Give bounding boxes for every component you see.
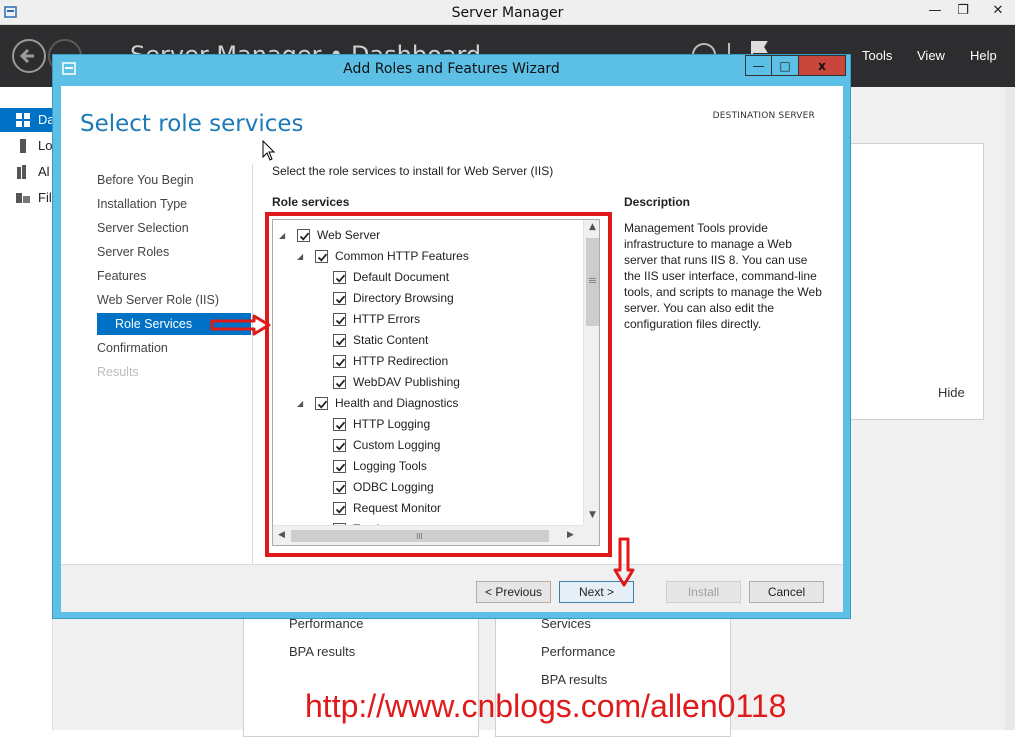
step-before-you-begin[interactable]: Before You Begin: [97, 169, 194, 191]
minimize-button[interactable]: —: [920, 2, 950, 22]
step-server-selection[interactable]: Server Selection: [97, 217, 189, 239]
step-server-roles[interactable]: Server Roles: [97, 241, 169, 263]
dashboard-welcome-tile: [849, 143, 984, 420]
server-icon: [20, 139, 26, 153]
previous-button[interactable]: < Previous: [476, 581, 551, 603]
servers-icon: [17, 165, 26, 179]
back-button[interactable]: [12, 39, 46, 73]
down-arrow-annotation-icon: [613, 537, 635, 587]
description-text: Management Tools provide infrastructure …: [624, 221, 822, 331]
step-web-server-role[interactable]: Web Server Role (IIS): [97, 289, 219, 311]
server-manager-titlebar: Server Manager — ❐ ✕: [0, 0, 1015, 25]
dashboard-scrollbar[interactable]: [1005, 87, 1015, 730]
wizard-minimize-button[interactable]: —: [745, 55, 772, 76]
sidebar-item-label: Lo: [38, 138, 53, 153]
step-installation-type[interactable]: Installation Type: [97, 193, 187, 215]
tile-row-performance[interactable]: Performance: [541, 644, 615, 659]
close-button[interactable]: ✕: [983, 2, 1013, 22]
cancel-button[interactable]: Cancel: [749, 581, 824, 603]
divider: [252, 164, 253, 584]
install-button: Install: [666, 581, 741, 603]
storage-icon: [16, 193, 30, 203]
menu-help[interactable]: Help: [970, 48, 997, 63]
right-arrow-annotation-icon: [210, 314, 271, 336]
server-manager-sidebar: Da Lo Al Fil: [0, 87, 55, 730]
back-arrow-icon: [19, 48, 34, 64]
mouse-cursor-icon: [262, 140, 276, 161]
hide-link[interactable]: Hide: [938, 385, 965, 400]
step-features[interactable]: Features: [97, 265, 146, 287]
step-results: Results: [97, 365, 139, 379]
sidebar-item-label: Al: [38, 164, 50, 179]
restore-button[interactable]: ❐: [948, 2, 978, 22]
role-services-header: Role services: [272, 195, 350, 209]
sidebar-item-local-server[interactable]: Lo: [0, 134, 53, 158]
watermark-url: http://www.cnblogs.com/allen0118: [305, 688, 787, 724]
wizard-close-button[interactable]: x: [799, 55, 846, 76]
highlight-box: [265, 212, 612, 557]
wizard-title: Add Roles and Features Wizard: [343, 61, 560, 77]
sidebar-item-file-storage[interactable]: Fil: [0, 186, 53, 210]
instruction-text: Select the role services to install for …: [272, 164, 554, 178]
description-header: Description: [624, 195, 691, 209]
wizard-footer: < Previous Next > Install Cancel: [61, 564, 843, 612]
sidebar-item-all-servers[interactable]: Al: [0, 160, 53, 184]
step-confirmation[interactable]: Confirmation: [97, 337, 168, 359]
server-manager-title: Server Manager: [451, 5, 564, 21]
dashboard-icon: [16, 113, 30, 127]
page-title: Select role services: [80, 111, 304, 137]
sidebar-item-dashboard[interactable]: Da: [0, 108, 55, 132]
tile-row-bpa[interactable]: BPA results: [289, 644, 355, 659]
sidebar-item-label: Fil: [38, 190, 52, 205]
menu-tools[interactable]: Tools: [862, 48, 892, 63]
tile-row-bpa[interactable]: BPA results: [541, 672, 607, 687]
destination-server-label: DESTINATION SERVER: [712, 111, 815, 121]
wizard-maximize-button[interactable]: □: [772, 55, 799, 76]
menu-view[interactable]: View: [917, 48, 945, 63]
